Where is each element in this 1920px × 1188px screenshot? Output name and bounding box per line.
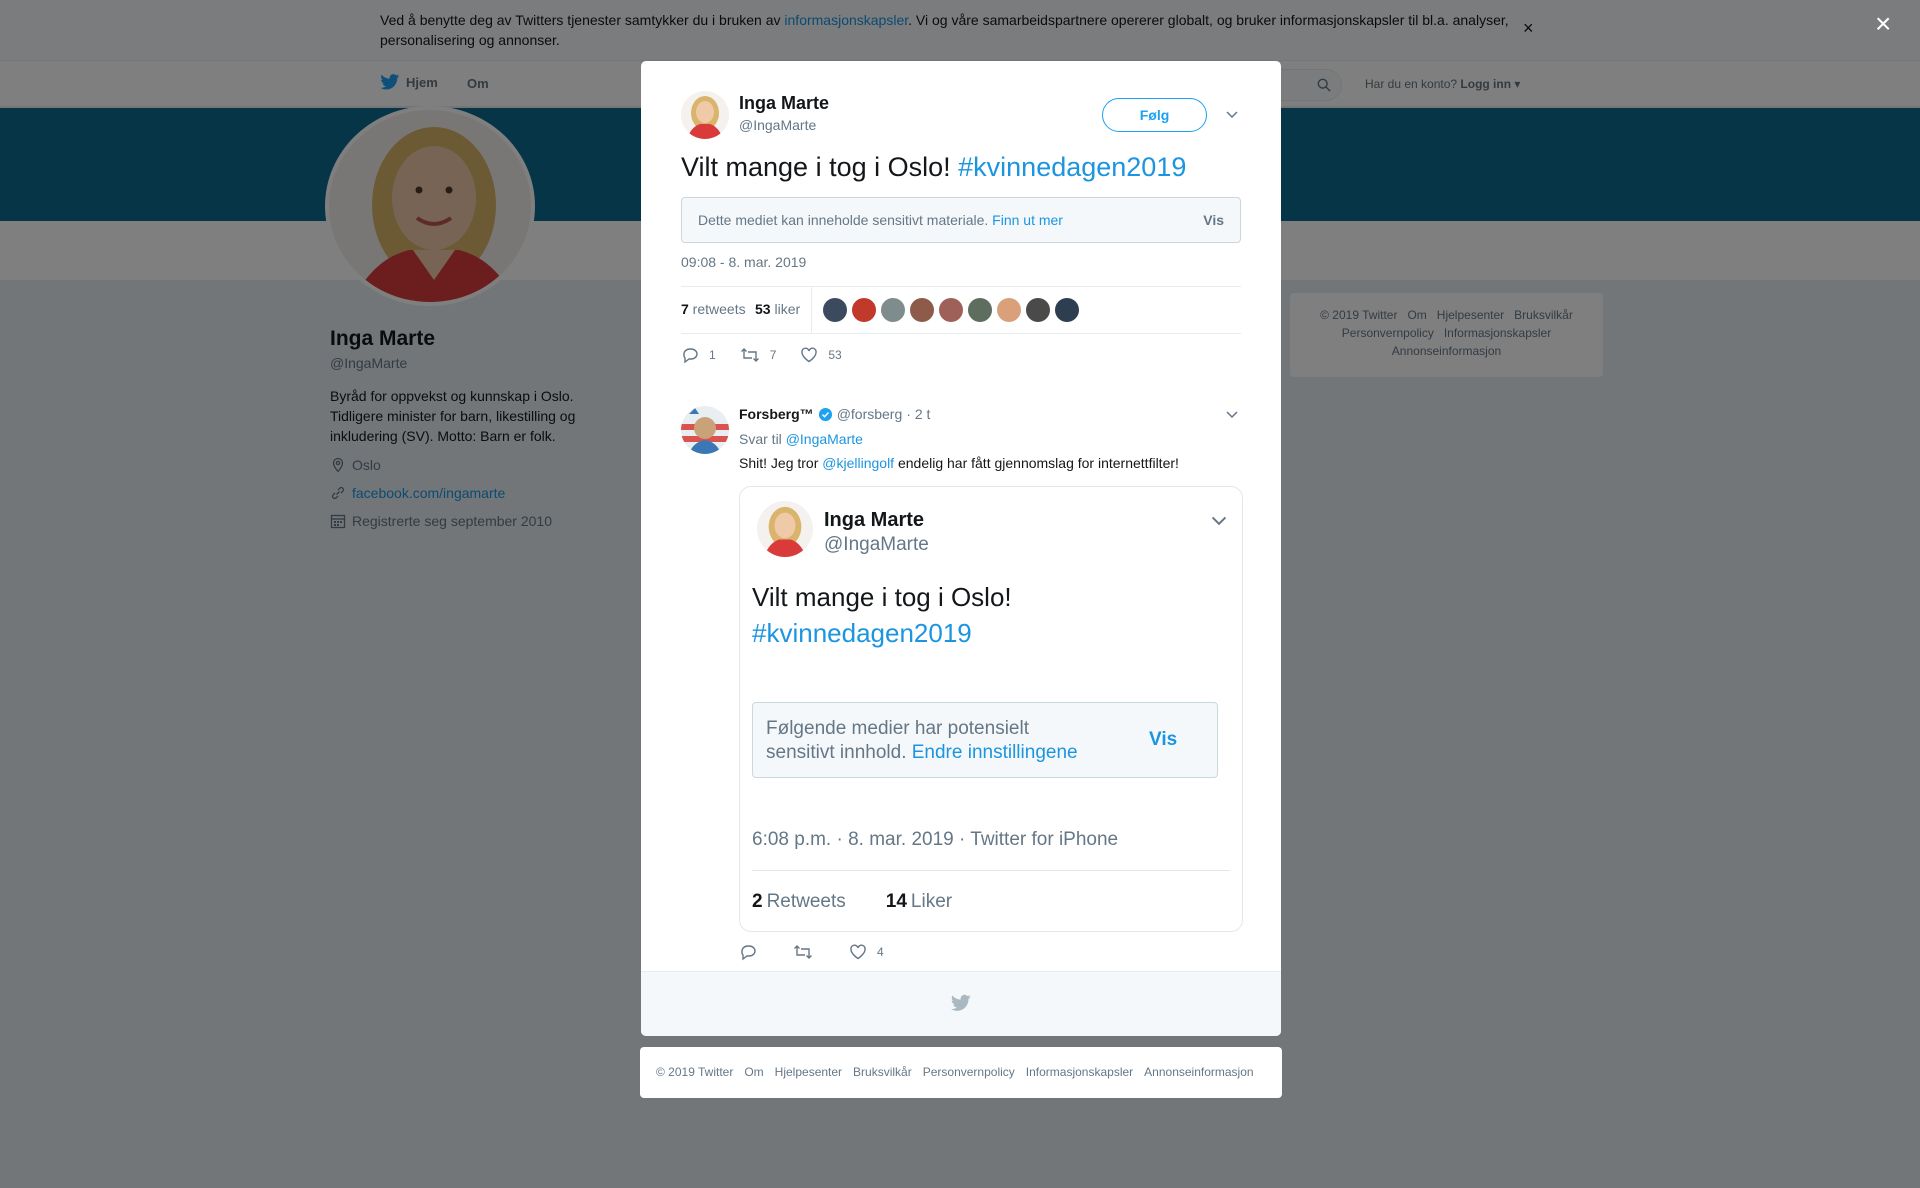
reply-retweet-action[interactable] <box>793 943 813 961</box>
like-count[interactable]: 53 liker <box>755 301 800 317</box>
retweet-icon <box>794 945 812 959</box>
reply-text-before: Shit! Jeg tror <box>739 455 823 471</box>
footer-link-privacy[interactable]: Personvernpolicy <box>923 1065 1015 1079</box>
reply-avatar-image <box>681 406 729 454</box>
footer-link-terms[interactable]: Bruksvilkår <box>853 1065 912 1079</box>
embed-tweet-text: Vilt mange i tog i Oslo! #kvinnedagen2019 <box>752 579 1012 651</box>
footer-link-about[interactable]: Om <box>744 1065 763 1079</box>
reply-count: 1 <box>709 348 716 362</box>
stats-divider <box>811 287 812 333</box>
heart-icon <box>801 347 818 363</box>
embed-author-name: Inga Marte <box>824 509 925 531</box>
embed-sensitive-notice: Følgende medier har potensielt sensitivt… <box>752 702 1218 778</box>
reply-chevron-down-icon[interactable] <box>1225 407 1239 421</box>
follow-button[interactable]: Følg <box>1102 98 1207 132</box>
tweet-text: Vilt mange i tog i Oslo! #kvinnedagen201… <box>681 149 1186 185</box>
liker-avatar[interactable] <box>939 298 963 322</box>
modal-footer-links: © 2019 Twitter Om Hjelpesenter Bruksvilkår P… <box>640 1047 1282 1098</box>
embed-retweet-number: 2 <box>752 891 763 912</box>
author-name[interactable]: Inga Marte <box>739 93 829 114</box>
reply-author-avatar[interactable] <box>681 406 729 454</box>
liker-avatar[interactable] <box>997 298 1021 322</box>
embed-avatar <box>757 501 813 557</box>
tweet-actions: 1 7 53 <box>681 346 866 364</box>
embed-sensitive-text: Følgende medier har potensielt sensitivt… <box>766 717 1096 765</box>
embed-show-label: Vis <box>1149 729 1178 750</box>
footer-copyright: © 2019 Twitter <box>656 1065 734 1079</box>
reply-mention[interactable]: @kjellingolf <box>822 455 894 471</box>
embed-retweet-label: Retweets <box>766 891 846 912</box>
reply-like-count: 4 <box>877 945 884 959</box>
retweet-number: 7 <box>681 301 689 317</box>
retweet-action[interactable]: 7 <box>740 346 777 364</box>
reply-text-after: endelig har fått gjennomslag for interne… <box>894 455 1179 471</box>
sensitive-media-notice: Dette mediet kan inneholde sensitivt mat… <box>681 197 1241 243</box>
reply-icon <box>683 348 698 364</box>
reply-actions: 4 <box>739 943 920 961</box>
liker-avatar[interactable] <box>1026 298 1050 322</box>
reply-icon <box>741 945 756 961</box>
liker-avatar[interactable] <box>881 298 905 322</box>
retweet-count[interactable]: 7 retweets <box>681 301 746 317</box>
tweet-hashtag[interactable]: #kvinnedagen2019 <box>958 152 1186 182</box>
reply-author-name[interactable]: Forsberg™ <box>739 406 814 422</box>
reply-reply-action[interactable] <box>739 943 757 961</box>
retweet-icon <box>740 348 759 362</box>
embed-like-label: Liker <box>910 891 953 912</box>
footer-link-cookies[interactable]: Informasjonskapsler <box>1026 1065 1133 1079</box>
reply-time[interactable]: · 2 t <box>906 406 930 422</box>
reply-author-handle[interactable]: @forsberg <box>837 406 903 422</box>
embed-chevron-down-icon <box>1211 516 1227 526</box>
retweet-action-count: 7 <box>769 348 777 362</box>
embed-settings-link: Endre innstillingene <box>911 742 1078 763</box>
modal-footer-bar <box>641 971 1281 1036</box>
tweet-timestamp[interactable]: 09:08 - 8. mar. 2019 <box>681 254 806 270</box>
chevron-down-icon[interactable] <box>1225 107 1239 121</box>
show-media-button[interactable]: Vis <box>1203 212 1224 228</box>
reply-to-mention[interactable]: @IngaMarte <box>786 431 863 447</box>
liker-avatar[interactable] <box>852 298 876 322</box>
twitter-bird-icon <box>951 994 971 1011</box>
tweet-modal: Inga Marte @IngaMarte Følg Vilt mange i … <box>641 61 1281 1036</box>
embed-avatar-image <box>757 501 813 557</box>
like-number: 53 <box>755 301 771 317</box>
reply-like-action[interactable]: 4 <box>849 943 884 961</box>
footer-link-ads[interactable]: Annonseinformasjon <box>1144 1065 1253 1079</box>
heart-icon <box>850 944 866 960</box>
embed-stats: 2 Retweets 14 Liker <box>752 891 952 913</box>
embed-author-handle: @IngaMarte <box>824 534 929 555</box>
embed-like-number: 14 <box>885 891 907 912</box>
tweet-stats: 7 retweets 53 liker <box>681 286 1241 334</box>
reply-text: Shit! Jeg tror @kjellingolf endelig har … <box>739 455 1179 471</box>
like-action[interactable]: 53 <box>800 346 842 364</box>
like-action-count: 53 <box>828 348 842 362</box>
author-avatar-image <box>681 91 729 139</box>
likers-avatars <box>823 298 1079 322</box>
footer-link-help[interactable]: Hjelpesenter <box>775 1065 842 1079</box>
reply-to-label: Svar til <box>739 431 786 447</box>
verified-badge-icon <box>818 407 832 421</box>
reply-image[interactable]: Inga Marte @IngaMarte Vilt mange i tog i… <box>739 486 1243 932</box>
liker-avatar[interactable] <box>823 298 847 322</box>
embed-timestamp: 6:08 p.m. · 8. mar. 2019 · Twitter for i… <box>752 829 1119 850</box>
close-icon[interactable]: × <box>1875 10 1891 38</box>
retweet-label: retweets <box>688 301 746 317</box>
sensitive-notice-text: Dette mediet kan inneholde sensitivt mat… <box>698 212 1063 228</box>
author-avatar[interactable] <box>681 91 729 139</box>
liker-avatar[interactable] <box>968 298 992 322</box>
embed-divider <box>752 870 1230 871</box>
reply-action[interactable]: 1 <box>681 346 716 364</box>
embed-hashtag: #kvinnedagen2019 <box>752 618 972 648</box>
reply-header: Forsberg™ @forsberg · 2 t <box>739 406 930 422</box>
learn-more-link[interactable]: Finn ut mer <box>992 212 1063 228</box>
liker-avatar[interactable] <box>1055 298 1079 322</box>
like-label: liker <box>770 301 801 317</box>
tweet-text-body: Vilt mange i tog i Oslo! <box>681 152 959 182</box>
liker-avatar[interactable] <box>910 298 934 322</box>
author-handle[interactable]: @IngaMarte <box>739 117 816 133</box>
sensitive-notice-body: Dette mediet kan inneholde sensitivt mat… <box>698 212 993 228</box>
embed-tweet-body: Vilt mange i tog i Oslo! <box>752 582 1012 612</box>
reply-to-line: Svar til @IngaMarte <box>739 431 863 447</box>
